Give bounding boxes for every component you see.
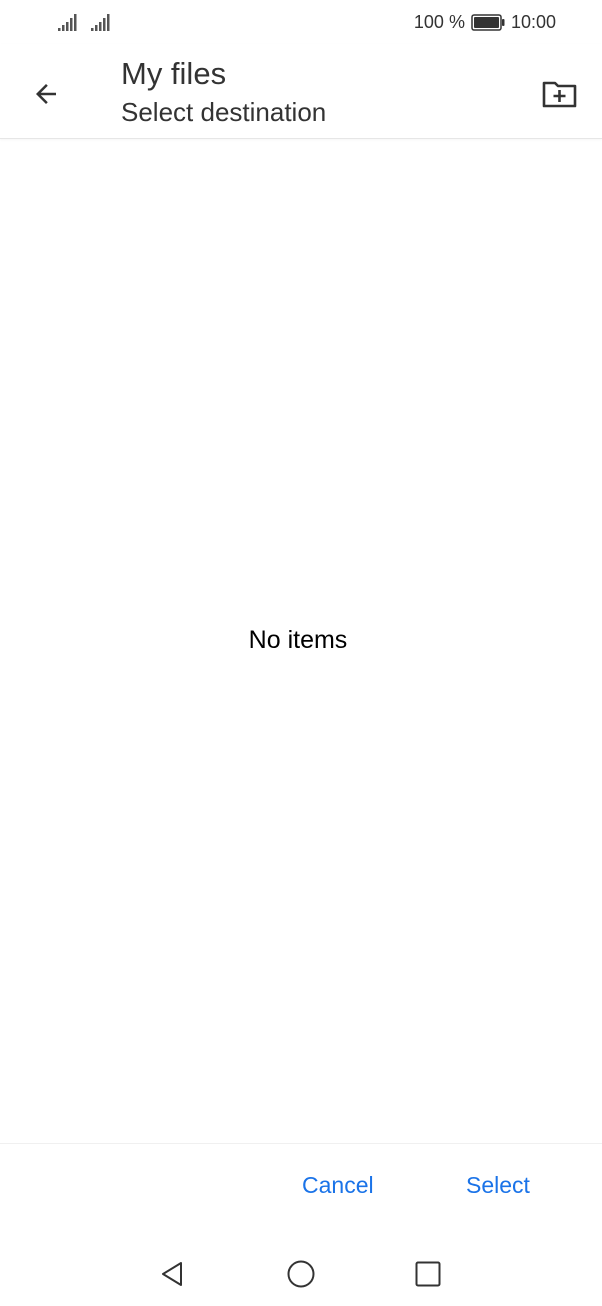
cancel-button[interactable]: Cancel bbox=[302, 1172, 374, 1199]
back-button[interactable] bbox=[22, 70, 70, 118]
page-title: My files bbox=[121, 56, 227, 91]
app-bar: My files Select destination bbox=[0, 44, 602, 139]
status-right: 100 % 10:00 bbox=[414, 10, 556, 34]
new-folder-button[interactable] bbox=[536, 70, 584, 118]
empty-state-message: No items bbox=[248, 626, 348, 654]
nav-back-button[interactable] bbox=[150, 1252, 194, 1296]
battery-percent: 100 % bbox=[413, 11, 465, 32]
circle-home-icon bbox=[287, 1260, 315, 1288]
page-subtitle: Select destination bbox=[121, 97, 327, 127]
nav-home-button[interactable] bbox=[279, 1252, 323, 1296]
signal-icon bbox=[58, 14, 77, 31]
select-button[interactable]: Select bbox=[466, 1172, 530, 1199]
system-nav-bar bbox=[0, 1242, 602, 1306]
triangle-back-icon bbox=[162, 1262, 182, 1286]
new-folder-icon bbox=[542, 81, 577, 108]
square-recents-icon bbox=[415, 1261, 441, 1287]
arrow-back-icon bbox=[36, 84, 56, 104]
divider bbox=[0, 1143, 602, 1144]
nav-recents-button[interactable] bbox=[406, 1252, 450, 1296]
signal-icon bbox=[91, 14, 110, 31]
status-bar: 100 % 10:00 bbox=[0, 0, 602, 44]
clock: 10:00 bbox=[510, 11, 556, 32]
screen: 100 % 10:00 My files Select destination … bbox=[0, 0, 602, 1306]
battery-icon bbox=[471, 13, 505, 31]
